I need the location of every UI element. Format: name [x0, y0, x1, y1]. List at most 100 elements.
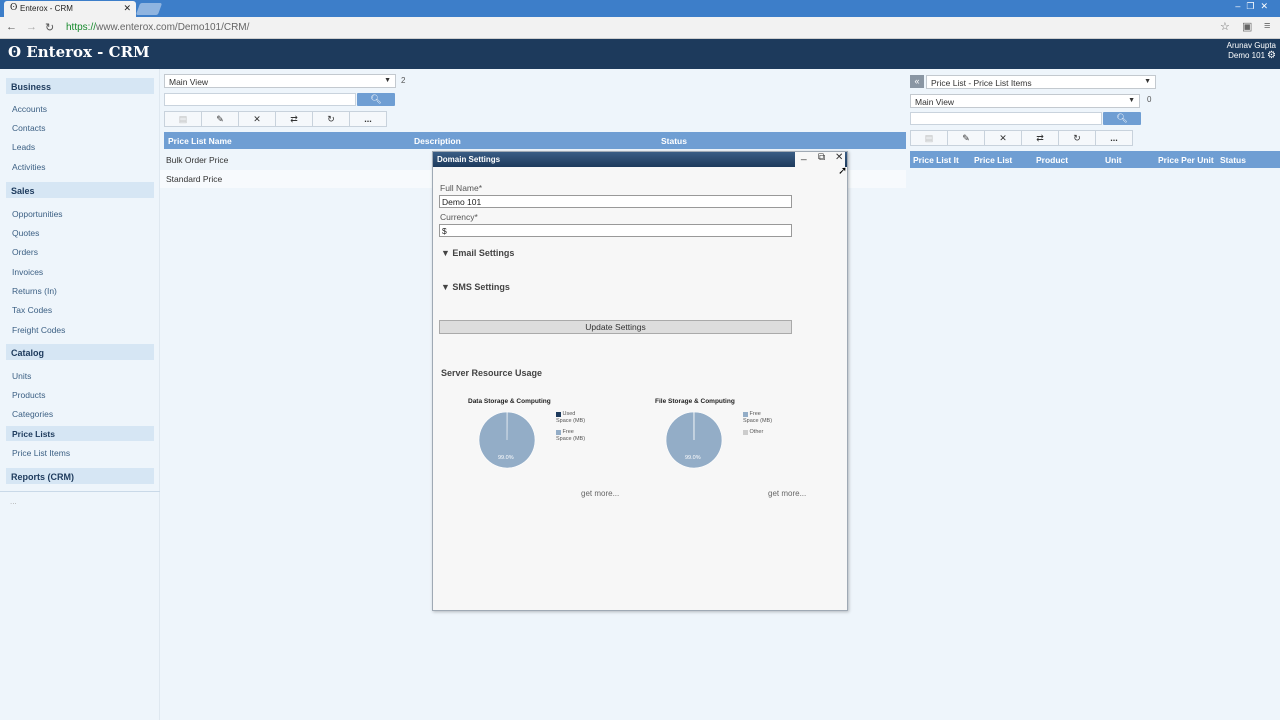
- related-search-button[interactable]: 🔍︎: [1103, 112, 1141, 125]
- sidebar-item-contacts[interactable]: Contacts: [12, 123, 46, 133]
- export-button[interactable]: ⇄: [275, 111, 313, 127]
- pie-slice-label: 99.0%: [498, 455, 514, 461]
- export-button[interactable]: ⇄: [1021, 130, 1059, 146]
- sidebar-item-categories[interactable]: Categories: [12, 409, 53, 419]
- more-button[interactable]: ...: [1095, 130, 1133, 146]
- bookmark-star-icon[interactable]: ☆: [1220, 20, 1230, 33]
- app-header: ʘ Enterox - CRM Arunav Gupta Demo 101 ⚙: [0, 39, 1280, 69]
- grid-header: Price List Name Description Status: [164, 132, 906, 149]
- search-button[interactable]: 🔍︎: [357, 93, 395, 106]
- related-search-input[interactable]: [910, 112, 1102, 125]
- sidebar-item-units[interactable]: Units: [12, 371, 31, 381]
- sidebar-section-catalog[interactable]: Catalog: [6, 344, 154, 360]
- currency-field[interactable]: $: [439, 224, 792, 237]
- dialog-titlebar[interactable]: Domain Settings: [433, 152, 847, 167]
- related-list-select[interactable]: Price List - Price List Items ▼: [926, 75, 1156, 89]
- legend-label: Free Space (MB): [556, 429, 586, 442]
- related-view-select[interactable]: Main View ▼: [910, 94, 1140, 108]
- sidebar-item-tax-codes[interactable]: Tax Codes: [12, 305, 52, 315]
- column-header-status[interactable]: Status: [1220, 155, 1246, 165]
- update-settings-button[interactable]: Update Settings: [439, 320, 792, 334]
- back-icon[interactable]: ←: [6, 21, 17, 33]
- chevron-down-icon: ▼: [384, 77, 391, 84]
- column-header-unit[interactable]: Unit: [1105, 155, 1122, 165]
- column-header-status[interactable]: Status: [661, 136, 687, 146]
- pencil-icon: ✎: [216, 114, 224, 124]
- sidebar-item-opportunities[interactable]: Opportunities: [12, 209, 63, 219]
- refresh-button[interactable]: ↻: [1058, 130, 1096, 146]
- view-select[interactable]: Main View ▼: [164, 74, 396, 88]
- app-logo[interactable]: ʘ Enterox - CRM: [8, 43, 150, 61]
- column-header-description[interactable]: Description: [414, 136, 461, 146]
- legend-label: Used Space (MB): [556, 411, 586, 424]
- sidebar-item-products[interactable]: Products: [12, 390, 46, 400]
- chevron-down-icon: ▼: [1128, 97, 1135, 104]
- currency-label: Currency*: [440, 212, 478, 222]
- related-list-value: Price List - Price List Items: [931, 78, 1032, 88]
- sidebar-item-activities[interactable]: Activities: [12, 162, 46, 172]
- get-more-link[interactable]: get more...: [581, 489, 619, 498]
- edit-button[interactable]: ✎: [947, 130, 985, 146]
- sidebar-item-quotes[interactable]: Quotes: [12, 228, 39, 238]
- logo-icon: ʘ: [8, 43, 27, 61]
- sidebar-item-accounts[interactable]: Accounts: [12, 104, 47, 114]
- grid-toolbar: ▤ ✎ ✕ ⇄ ↻ ...: [164, 111, 387, 127]
- document-icon: ▤: [178, 114, 188, 124]
- chart-title: Data Storage & Computing: [468, 398, 551, 405]
- sidebar-item-leads[interactable]: Leads: [12, 142, 35, 152]
- url-input[interactable]: https://www.enterox.com/Demo101/CRM/: [62, 20, 1234, 36]
- column-header-name[interactable]: Price List Name: [168, 136, 232, 146]
- more-button[interactable]: ...: [349, 111, 387, 127]
- sms-settings-toggle[interactable]: ▼ SMS Settings: [441, 282, 510, 292]
- user-info[interactable]: Arunav Gupta Demo 101 ⚙: [1227, 41, 1276, 61]
- sidebar-item-price-lists[interactable]: Price Lists: [6, 426, 154, 441]
- sidebar-item-price-list-items[interactable]: Price List Items: [12, 448, 70, 458]
- menu-icon[interactable]: ≡: [1264, 20, 1270, 32]
- column-header-price-list-item[interactable]: Price List It: [913, 155, 959, 165]
- sidebar-item-returns[interactable]: Returns (In): [12, 286, 57, 296]
- new-tab-button[interactable]: [135, 3, 163, 15]
- restore-window-icon[interactable]: ❐: [1246, 1, 1260, 11]
- popout-icon[interactable]: ⧉: [818, 152, 825, 163]
- extension-icon[interactable]: ▣: [1242, 20, 1252, 33]
- sidebar-item-invoices[interactable]: Invoices: [12, 267, 43, 277]
- get-more-link[interactable]: get more...: [768, 489, 806, 498]
- window-controls[interactable]: –❐✕: [1235, 1, 1274, 12]
- reload-icon[interactable]: ↻: [45, 21, 54, 34]
- column-header-price-list[interactable]: Price List: [974, 155, 1012, 165]
- search-icon: 🔍︎: [370, 94, 382, 104]
- sidebar-section-reports[interactable]: Reports (CRM): [6, 468, 154, 484]
- refresh-button[interactable]: ↻: [312, 111, 350, 127]
- browser-tab[interactable]: ʘ Enterox - CRM ✕: [4, 1, 136, 17]
- minimize-window-icon[interactable]: –: [1235, 1, 1246, 11]
- new-record-button[interactable]: ▤: [164, 111, 202, 127]
- legend-label: Other: [749, 429, 764, 435]
- edit-button[interactable]: ✎: [201, 111, 239, 127]
- delete-button[interactable]: ✕: [984, 130, 1022, 146]
- email-settings-toggle[interactable]: ▼ Email Settings: [441, 248, 514, 258]
- full-name-field[interactable]: Demo 101: [439, 195, 792, 208]
- close-window-icon[interactable]: ✕: [1260, 1, 1274, 11]
- column-header-price-per-unit[interactable]: Price Per Unit: [1158, 155, 1214, 165]
- browser-tab-bar: ʘ Enterox - CRM ✕ –❐✕: [0, 0, 1280, 17]
- mouse-cursor-icon: ➚: [838, 165, 848, 177]
- column-header-product[interactable]: Product: [1036, 155, 1068, 165]
- new-record-button[interactable]: ▤: [910, 130, 948, 146]
- sidebar-section-business[interactable]: Business: [6, 78, 154, 94]
- delete-button[interactable]: ✕: [238, 111, 276, 127]
- gear-icon[interactable]: ⚙: [1267, 50, 1276, 61]
- minimize-icon[interactable]: _: [801, 150, 807, 161]
- pie-slice-label: 99.0%: [685, 455, 701, 461]
- sidebar-item-freight-codes[interactable]: Freight Codes: [12, 325, 65, 335]
- record-count: 2: [401, 76, 406, 85]
- related-record-count: 0: [1147, 95, 1152, 104]
- sidebar-item-orders[interactable]: Orders: [12, 247, 38, 257]
- forward-icon[interactable]: →: [26, 21, 37, 33]
- close-tab-icon[interactable]: ✕: [123, 3, 131, 14]
- close-icon[interactable]: ✕: [835, 152, 843, 163]
- sidebar-section-sales[interactable]: Sales: [6, 182, 154, 198]
- close-icon: ✕: [999, 133, 1007, 143]
- search-input[interactable]: [164, 93, 356, 106]
- browser-tab-title: Enterox - CRM: [20, 4, 73, 13]
- collapse-panel-button[interactable]: «: [910, 75, 924, 88]
